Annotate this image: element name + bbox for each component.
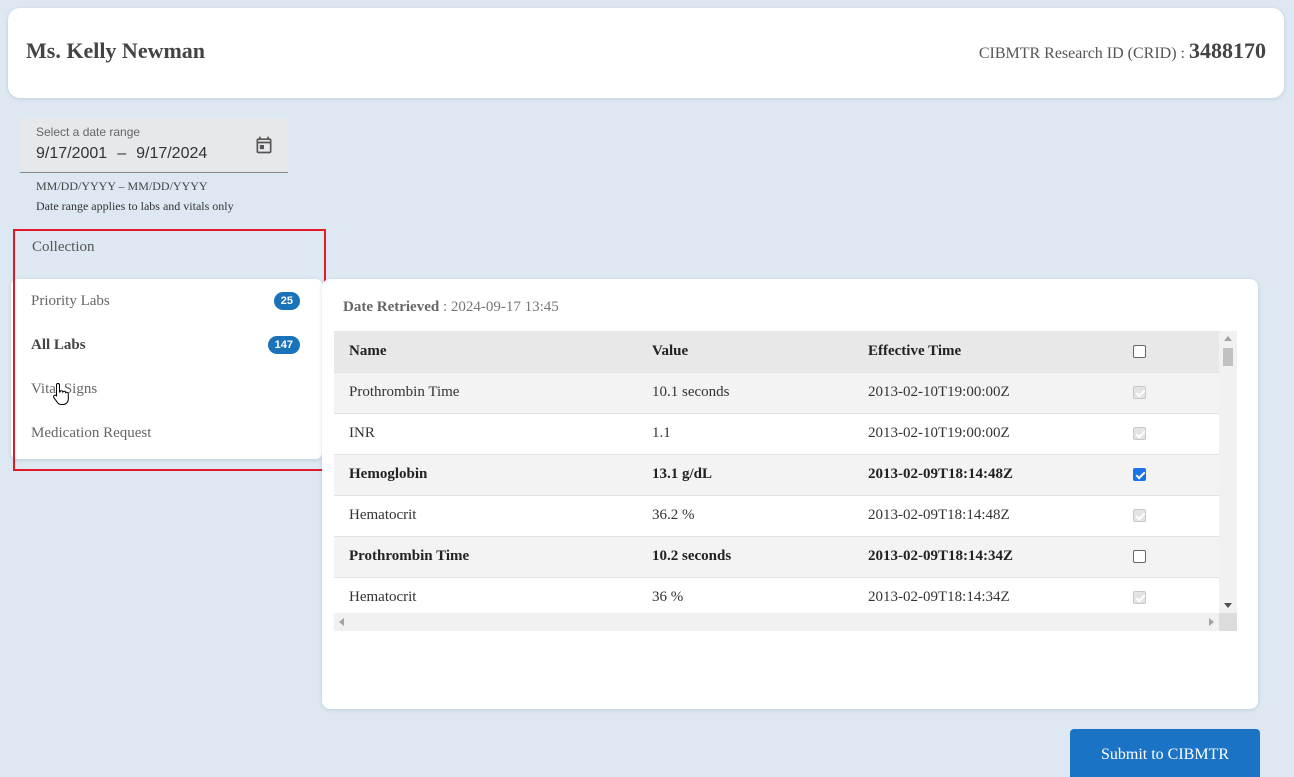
submit-button[interactable]: Submit to CIBMTR (1070, 729, 1260, 777)
vertical-scrollbar[interactable] (1219, 331, 1237, 613)
column-header-name: Name (349, 342, 387, 359)
results-table-viewport[interactable]: Name Value Effective Time Prothrombin Ti… (334, 331, 1219, 613)
cell-name: Prothrombin Time (334, 371, 637, 413)
highlight-box (13, 229, 326, 471)
lab-results-panel: Date Retrieved : 2024-09-17 13:45 Name V… (322, 279, 1258, 709)
cell-effective-time: 2013-02-09T18:14:48Z (853, 494, 1133, 536)
crid-value: 3488170 (1189, 38, 1266, 63)
scroll-right-icon[interactable] (1209, 618, 1214, 626)
table-row: INR 1.1 2013-02-10T19:00:00Z (334, 412, 1219, 454)
date-format-hint: MM/DD/YYYY – MM/DD/YYYY (36, 179, 208, 193)
horizontal-scrollbar[interactable] (334, 613, 1219, 631)
cell-select (1133, 412, 1219, 454)
cell-effective-time: 2013-02-09T18:14:48Z (853, 453, 1133, 495)
patient-header: Ms. Kelly Newman CIBMTR Research ID (CRI… (8, 8, 1284, 98)
table-row: Hemoglobin 13.1 g/dL 2013-02-09T18:14:48… (334, 453, 1219, 495)
date-retrieved-label: Date Retrieved (343, 299, 440, 315)
cell-name: INR (334, 412, 637, 454)
cell-select (1133, 576, 1219, 613)
date-range-start[interactable]: 9/17/2001 (36, 145, 107, 163)
date-retrieved-value: : 2024-09-17 13:45 (439, 299, 559, 315)
table-header-row: Name Value Effective Time (334, 331, 1219, 372)
patient-name: Ms. Kelly Newman (26, 38, 206, 63)
table-row: Prothrombin Time 10.2 seconds 2013-02-09… (334, 535, 1219, 577)
column-header-value: Value (652, 342, 689, 359)
cell-effective-time: 2013-02-09T18:14:34Z (853, 535, 1133, 577)
crid-label: CIBMTR Research ID (CRID) : (978, 45, 1185, 62)
row-checkbox[interactable] (1133, 468, 1146, 482)
scroll-left-icon[interactable] (339, 618, 344, 626)
calendar-icon[interactable] (254, 135, 274, 155)
table-row: Prothrombin Time 10.1 seconds 2013-02-10… (334, 371, 1219, 413)
cell-select (1133, 494, 1219, 536)
vertical-scroll-thumb[interactable] (1223, 348, 1233, 366)
scrollbar-corner (1219, 613, 1237, 631)
cell-value: 36.2 % (637, 494, 853, 536)
row-checkbox (1133, 427, 1146, 441)
date-range-value[interactable]: 9/17/2001 – 9/17/2024 (36, 145, 207, 163)
row-checkbox (1133, 591, 1146, 605)
date-retrieved: Date Retrieved : 2024-09-17 13:45 (343, 299, 559, 316)
cell-effective-time: 2013-02-10T19:00:00Z (853, 371, 1133, 413)
results-table: Name Value Effective Time Prothrombin Ti… (334, 331, 1219, 613)
cell-select (1133, 535, 1219, 577)
select-all-cell (1133, 331, 1219, 372)
cell-select (1133, 453, 1219, 495)
crid: CIBMTR Research ID (CRID) : 3488170 (979, 38, 1266, 64)
table-row: Hematocrit 36.2 % 2013-02-09T18:14:48Z (334, 494, 1219, 536)
hand-cursor-icon (53, 382, 69, 405)
cell-name: Hematocrit (334, 576, 637, 613)
row-checkbox[interactable] (1133, 550, 1146, 564)
cell-value: 36 % (637, 576, 853, 613)
scroll-up-icon[interactable] (1224, 336, 1232, 341)
cell-effective-time: 2013-02-09T18:14:34Z (853, 576, 1133, 613)
column-header-effective-time: Effective Time (868, 342, 962, 359)
cell-select (1133, 371, 1219, 413)
cell-value: 10.1 seconds (637, 371, 853, 413)
cell-value: 13.1 g/dL (637, 453, 853, 495)
date-range-separator: – (117, 145, 127, 162)
date-range-end[interactable]: 9/17/2024 (136, 145, 207, 163)
table-row: Hematocrit 36 % 2013-02-09T18:14:34Z (334, 576, 1219, 613)
cell-name: Prothrombin Time (334, 535, 637, 577)
cell-name: Hematocrit (334, 494, 637, 536)
cell-value: 1.1 (637, 412, 853, 454)
date-range-label: Select a date range (36, 125, 141, 139)
date-range-note: Date range applies to labs and vitals on… (36, 199, 234, 213)
row-checkbox (1133, 509, 1146, 523)
cell-value: 10.2 seconds (637, 535, 853, 577)
results-table-container: Name Value Effective Time Prothrombin Ti… (334, 331, 1237, 631)
cell-name: Hemoglobin (334, 453, 637, 495)
cell-effective-time: 2013-02-10T19:00:00Z (853, 412, 1133, 454)
date-range-field[interactable]: Select a date range 9/17/2001 – 9/17/202… (20, 118, 288, 173)
scroll-down-icon[interactable] (1224, 603, 1232, 608)
select-all-checkbox[interactable] (1133, 344, 1146, 358)
row-checkbox (1133, 386, 1146, 400)
